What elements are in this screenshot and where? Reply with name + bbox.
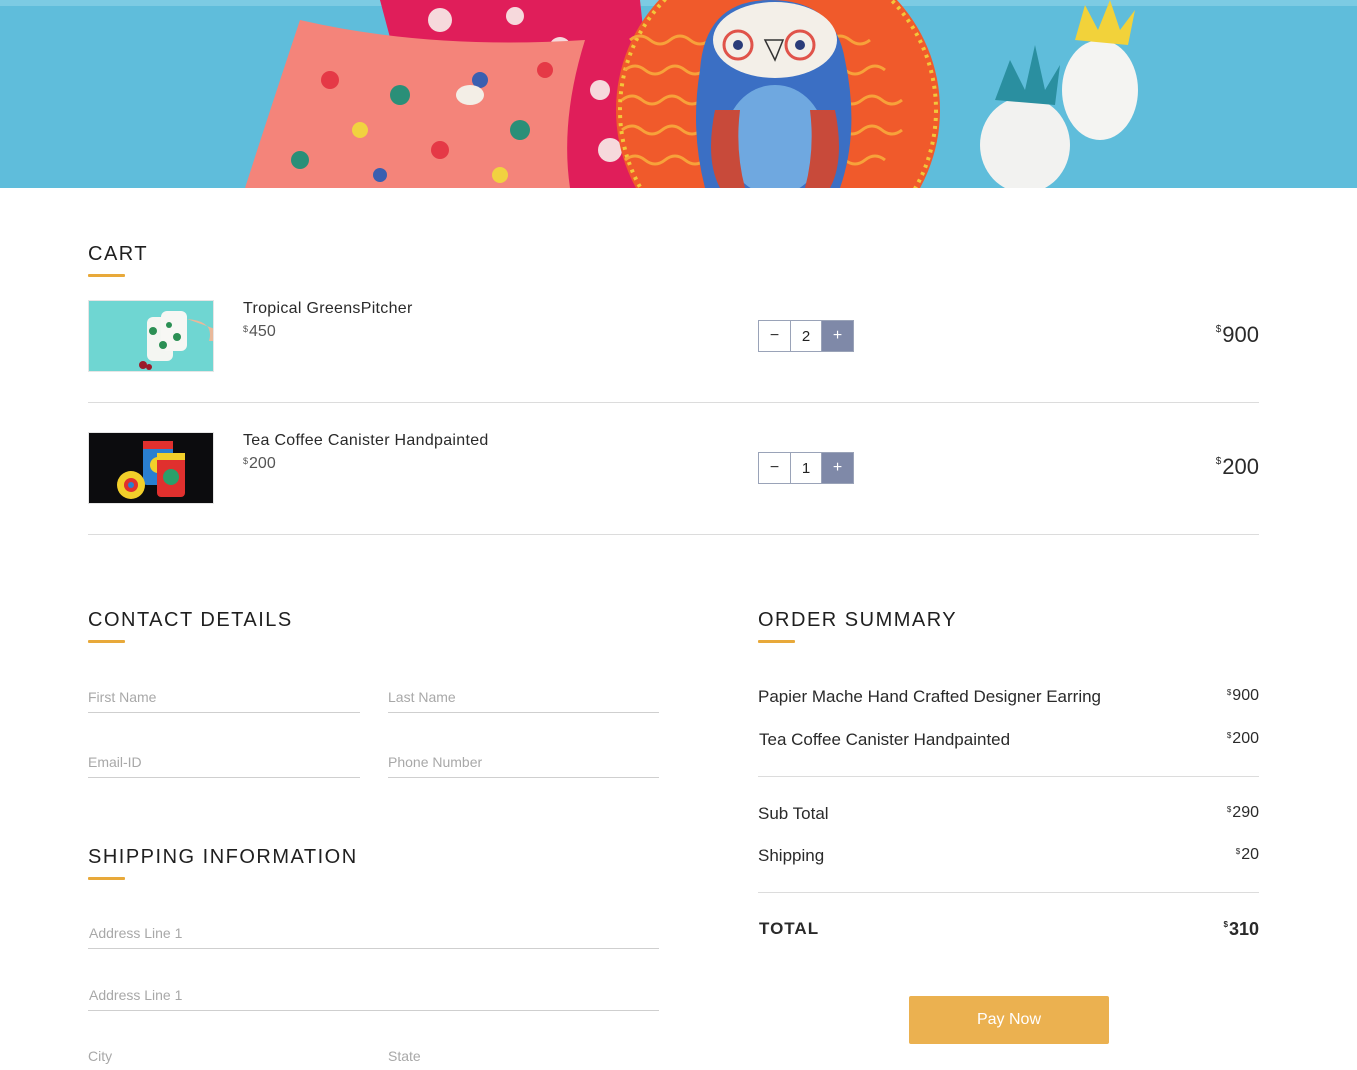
pitcher-image [89, 301, 213, 371]
first-name-field [88, 687, 360, 713]
cart-item: Tropical GreensPitcher $450 − 2 + $900 [88, 300, 1259, 372]
shipping-label: Shipping [758, 846, 825, 865]
cart-heading: CART [88, 243, 149, 277]
state-field [388, 1046, 659, 1070]
line-total-value: 200 [1222, 454, 1259, 479]
cart-divider [88, 534, 1259, 535]
shipping-information-heading: SHIPPING INFORMATION [88, 846, 358, 880]
summary-item-name: Tea Coffee Canister Handpainted [759, 730, 1011, 749]
shipping-value: $20 [1236, 846, 1259, 864]
email-field [88, 752, 360, 778]
last-name-field [388, 687, 659, 713]
contact-details-heading: CONTACT DETAILS [88, 609, 293, 643]
cart-item: Tea Coffee Canister Handpainted $200 − 1… [88, 432, 1259, 504]
shipping-amount: 20 [1241, 846, 1259, 863]
phone-field [388, 752, 659, 778]
cart-divider [88, 402, 1259, 403]
cart-item-unit-price: $200 [243, 455, 276, 473]
pay-now-button[interactable]: Pay Now [909, 996, 1109, 1044]
increase-quantity-button[interactable]: + [822, 321, 853, 351]
cart-item-unit-price: $450 [243, 323, 276, 341]
summary-divider [758, 892, 1259, 893]
total-label: TOTAL [759, 919, 820, 938]
summary-item-price: $900 [1227, 687, 1259, 705]
hero-image [0, 0, 1357, 188]
quantity-value[interactable]: 2 [790, 321, 822, 351]
summary-item-price-value: 200 [1232, 730, 1259, 747]
city-field [88, 1046, 360, 1070]
cart-item-line-total: $900 [1216, 322, 1259, 348]
address-line-2-field [88, 985, 659, 1011]
unit-price-value: 200 [249, 455, 276, 472]
address-line-1-input[interactable] [88, 923, 659, 948]
hero-banner [0, 0, 1357, 188]
quantity-value[interactable]: 1 [790, 453, 822, 483]
quantity-stepper: − 2 + [758, 320, 854, 352]
subtotal-label: Sub Total [758, 804, 829, 823]
first-name-input[interactable] [88, 687, 360, 712]
total-amount: 310 [1228, 919, 1259, 939]
unit-price-value: 450 [249, 323, 276, 340]
summary-divider [758, 776, 1259, 777]
canister-image [89, 433, 213, 503]
quantity-stepper: − 1 + [758, 452, 854, 484]
currency-symbol: $ [1215, 456, 1222, 467]
product-thumbnail[interactable] [88, 432, 214, 504]
product-thumbnail[interactable] [88, 300, 214, 372]
decrease-quantity-button[interactable]: − [759, 453, 790, 483]
summary-item-price: $200 [1227, 730, 1259, 748]
currency-symbol: $ [1223, 920, 1228, 929]
cart-item-name[interactable]: Tea Coffee Canister Handpainted [243, 432, 489, 450]
address-line-1-field [88, 923, 659, 949]
state-input[interactable] [388, 1046, 659, 1070]
total-value: $310 [1224, 919, 1260, 940]
cart-item-name[interactable]: Tropical GreensPitcher [243, 300, 413, 318]
increase-quantity-button[interactable]: + [822, 453, 853, 483]
decrease-quantity-button[interactable]: − [759, 321, 790, 351]
cart-item-line-total: $200 [1216, 454, 1259, 480]
subtotal-value: $290 [1227, 804, 1259, 822]
email-input[interactable] [88, 752, 360, 777]
currency-symbol: $ [243, 324, 249, 334]
currency-symbol: $ [1215, 324, 1222, 335]
currency-symbol: $ [1235, 847, 1241, 856]
order-summary-heading: ORDER SUMMARY [758, 609, 958, 643]
currency-symbol: $ [1226, 731, 1232, 740]
phone-input[interactable] [388, 752, 659, 777]
city-input[interactable] [88, 1046, 360, 1070]
subtotal-amount: 290 [1232, 804, 1259, 821]
summary-item-price-value: 900 [1232, 687, 1259, 704]
line-total-value: 900 [1222, 322, 1259, 347]
currency-symbol: $ [1226, 688, 1232, 697]
currency-symbol: $ [243, 456, 249, 466]
currency-symbol: $ [1226, 805, 1232, 814]
last-name-input[interactable] [388, 687, 659, 712]
address-line-2-input[interactable] [88, 985, 659, 1010]
summary-item-name: Papier Mache Hand Crafted Designer Earri… [758, 687, 1102, 706]
